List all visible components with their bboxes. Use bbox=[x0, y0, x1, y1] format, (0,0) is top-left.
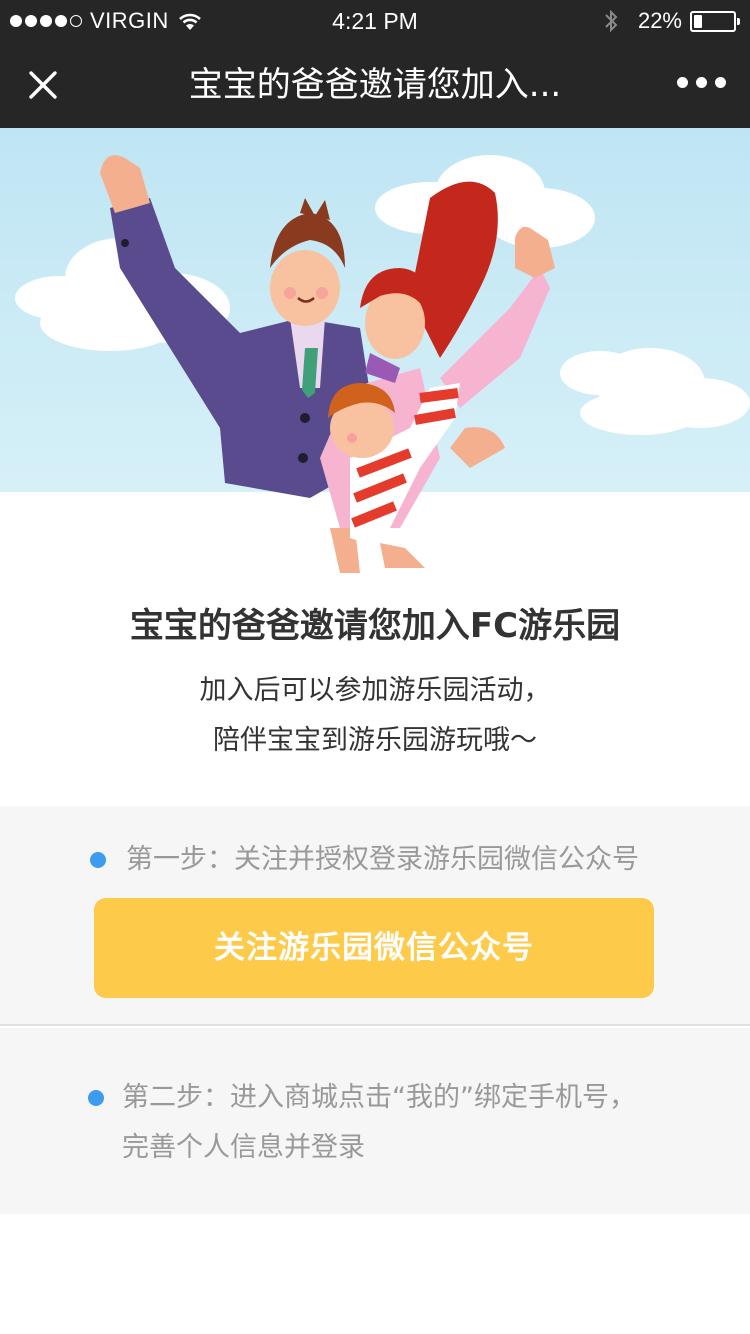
invite-description-line2: 陪伴宝宝到游乐园游玩哦～ bbox=[213, 725, 537, 756]
step2-bullet-icon bbox=[88, 1090, 104, 1106]
bluetooth-icon bbox=[605, 9, 618, 33]
step2-text-line2: 完善个人信息并登录 bbox=[122, 1132, 365, 1163]
status-bar: VIRGIN 4:21 PM 22% bbox=[0, 0, 750, 42]
hero-banner bbox=[0, 128, 750, 578]
battery-level bbox=[694, 14, 702, 28]
invite-description-line1: 加入后可以参加游乐园活动， bbox=[199, 675, 551, 706]
nav-bar: 宝宝的爸爸邀请您加入... bbox=[0, 42, 750, 128]
battery-icon bbox=[690, 10, 740, 32]
status-right: 22% bbox=[604, 0, 740, 42]
close-icon[interactable] bbox=[22, 64, 64, 106]
page-title: 宝宝的爸爸邀请您加入... bbox=[188, 65, 562, 105]
battery-percent: 22% bbox=[637, 8, 682, 33]
step2-text-line1: 第二步：进入商城点击“我的”绑定手机号， bbox=[122, 1082, 636, 1113]
step1-text: 第一步：关注并授权登录游乐园微信公众号 bbox=[126, 844, 639, 875]
more-dots-icon[interactable] bbox=[677, 77, 726, 88]
step1-bullet-icon bbox=[90, 852, 106, 868]
step1-panel: 第一步：关注并授权登录游乐园微信公众号 关注游乐园微信公众号 bbox=[0, 806, 750, 1026]
invite-title: 宝宝的爸爸邀请您加入FC游乐园 bbox=[129, 606, 621, 646]
family-illustration bbox=[0, 128, 750, 578]
follow-official-account-button[interactable]: 关注游乐园微信公众号 bbox=[94, 898, 654, 998]
step2-panel: 第二步：进入商城点击“我的”绑定手机号， 完善个人信息并登录 bbox=[0, 1028, 750, 1214]
